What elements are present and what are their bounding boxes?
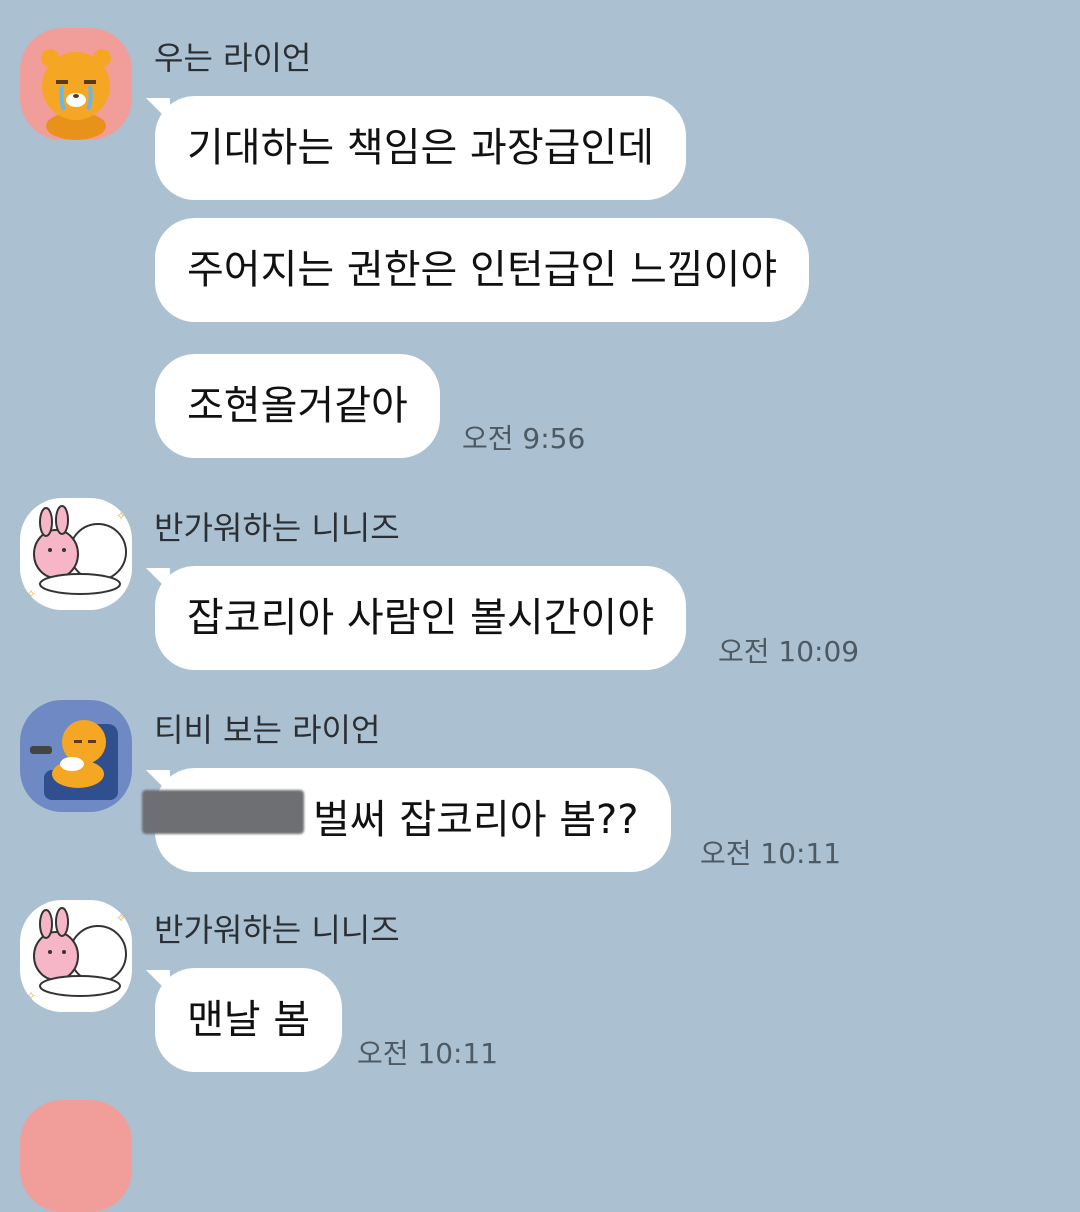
hugging-bunny-icon: ✧ ✧ <box>20 498 132 610</box>
sender-avatar[interactable]: ✧ ✧ <box>20 900 132 1012</box>
message-time: 오전 9:56 <box>462 422 586 455</box>
sender-avatar[interactable] <box>20 28 132 140</box>
svg-text:✧: ✧ <box>26 587 36 601</box>
sender-avatar[interactable]: ✧ ✧ <box>20 498 132 610</box>
sender-avatar[interactable] <box>20 700 132 812</box>
message-text: 벌써 잡코리아 봄?? <box>313 797 639 843</box>
lion-on-sofa-icon <box>20 700 132 812</box>
crying-lion-icon <box>20 28 132 140</box>
message-bubble[interactable]: 맨날 봄 <box>155 968 343 1072</box>
message-time: 오전 10:11 <box>700 837 842 870</box>
sender-name: 반가워하는 니니즈 <box>154 509 400 547</box>
redaction-block <box>142 790 304 834</box>
message-bubble[interactable]: 주어지는 권한은 인턴급인 느낌이야 <box>155 218 810 322</box>
sender-name: 반가워하는 니니즈 <box>154 911 400 949</box>
svg-text:✧: ✧ <box>116 911 126 925</box>
message-bubble[interactable]: 잡코리아 사람인 볼시간이야 <box>155 566 687 670</box>
svg-text:✧: ✧ <box>26 989 36 1003</box>
message-time: 오전 10:11 <box>357 1037 499 1070</box>
message-bubble[interactable]: 조현올거같아 <box>155 354 440 458</box>
hugging-bunny-icon: ✧ ✧ <box>20 900 132 1012</box>
message-bubble[interactable]: 기대하는 책임은 과장급인데 <box>155 96 687 200</box>
sender-avatar[interactable] <box>20 1100 132 1212</box>
sender-name: 티비 보는 라이언 <box>154 711 381 749</box>
message-time: 오전 10:09 <box>718 635 860 668</box>
sender-name: 우는 라이언 <box>154 39 312 77</box>
svg-text:✧: ✧ <box>116 509 126 523</box>
